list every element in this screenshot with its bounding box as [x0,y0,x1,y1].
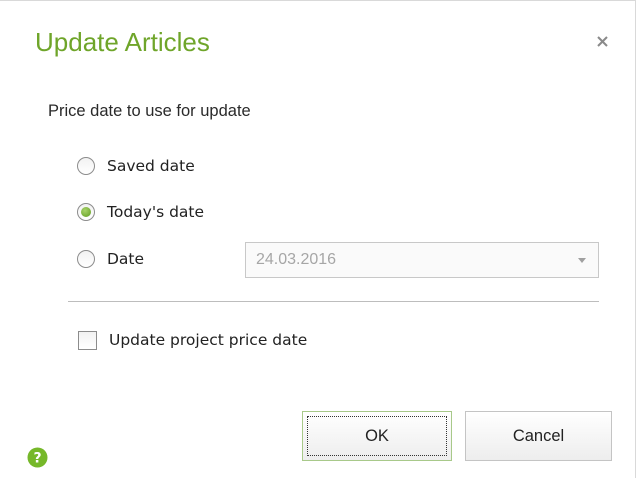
radio-button[interactable] [77,250,95,268]
radio-label-todays-date: Today's date [107,203,205,221]
ok-button[interactable]: OK [302,411,452,461]
date-value: 24.03.2016 [256,251,337,268]
checkbox[interactable] [78,330,97,350]
price-date-section-label: Price date to use for update [48,102,251,120]
cancel-button-label: Cancel [512,426,565,445]
update-articles-dialog: Update Articles Price date to use for up… [0,0,636,478]
radio-saved-date[interactable]: Saved date [77,154,195,178]
checkbox-label: Update project price date [109,331,308,349]
dialog-title: Update Articles [35,27,210,57]
help-icon[interactable]: ? [27,447,48,468]
radio-todays-date[interactable]: Today's date [77,200,204,224]
svg-text:?: ? [33,451,41,467]
focus-ring [307,416,447,456]
chevron-down-icon[interactable] [578,257,586,263]
update-project-price-date-option[interactable]: Update project price date [78,328,307,352]
date-select[interactable]: 24.03.2016 [245,242,599,278]
cancel-button[interactable]: Cancel [465,411,612,461]
divider [68,301,599,302]
radio-button-selected[interactable] [77,203,95,221]
radio-label-date: Date [107,250,145,268]
close-icon[interactable] [590,29,616,55]
radio-date[interactable]: Date [77,247,144,271]
radio-button[interactable] [77,157,95,175]
radio-label-saved-date: Saved date [107,157,195,175]
